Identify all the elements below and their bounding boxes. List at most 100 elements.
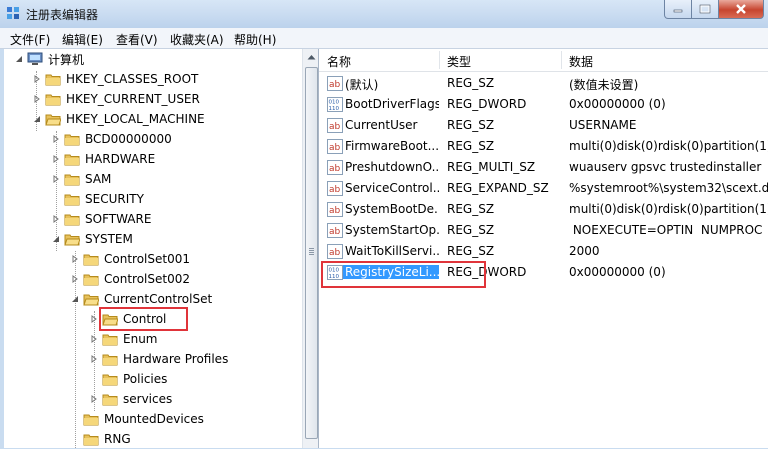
tree-item-hklm[interactable]: HKEY_LOCAL_MACHINE xyxy=(32,109,205,129)
value-name: SystemBootDe... xyxy=(345,202,439,216)
value-data: (数值未设置) xyxy=(569,78,639,92)
minimize-button[interactable] xyxy=(664,0,692,19)
tree-item-enum[interactable]: Enum xyxy=(89,329,157,349)
string-value-icon: ab xyxy=(327,181,343,196)
tree-item-label: SAM xyxy=(85,172,112,186)
value-row[interactable]: ab ServiceControl... REG_EXPAND_SZ %syst… xyxy=(319,178,768,199)
value-data: %systemroot%\system32\scext.d xyxy=(569,181,768,195)
tree-item-controlset002[interactable]: ControlSet002 xyxy=(70,269,190,289)
collapse-arrow-icon[interactable] xyxy=(70,294,80,304)
expand-arrow-icon[interactable] xyxy=(51,134,61,144)
tree-item-bcd[interactable]: BCD00000000 xyxy=(51,129,172,149)
expand-arrow-icon[interactable] xyxy=(89,354,99,364)
svg-text:ab: ab xyxy=(329,248,341,258)
tree-item-hardware[interactable]: HARDWARE xyxy=(51,149,155,169)
tree-item-software[interactable]: SOFTWARE xyxy=(51,209,151,229)
folder-icon xyxy=(102,354,118,366)
expand-arrow-icon[interactable] xyxy=(70,254,80,264)
tree-item-hardware-profiles[interactable]: Hardware Profiles xyxy=(89,349,228,369)
tree-item-label: ControlSet001 xyxy=(104,252,190,266)
expand-arrow-icon[interactable] xyxy=(32,74,42,84)
tree-item-mounteddevices[interactable]: MountedDevices xyxy=(70,409,204,429)
menu-view[interactable]: 查看(V) xyxy=(116,31,158,48)
tree-item-rng[interactable]: RNG xyxy=(70,429,131,449)
regedit-app-icon xyxy=(7,7,19,19)
tree-vertical-scrollbar[interactable] xyxy=(302,49,319,448)
maximize-button[interactable] xyxy=(692,0,719,19)
expand-arrow-icon[interactable] xyxy=(51,174,61,184)
value-name: SystemStartOp... xyxy=(345,223,439,237)
column-divider[interactable] xyxy=(439,51,440,69)
value-row[interactable]: ab SystemBootDe... REG_SZ multi(0)disk(0… xyxy=(319,199,768,220)
tree-item-policies[interactable]: Policies xyxy=(89,369,167,389)
thumb-grip-line xyxy=(309,252,314,253)
computer-icon xyxy=(27,52,43,65)
collapse-arrow-icon[interactable] xyxy=(51,234,61,244)
tree-item-security[interactable]: SECURITY xyxy=(51,189,144,209)
tree-item-hkcu[interactable]: HKEY_CURRENT_USER xyxy=(32,89,200,109)
value-row[interactable]: ab CurrentUser REG_SZ USERNAME xyxy=(319,115,768,136)
value-data: NOEXECUTE=OPTIN NUMPROC xyxy=(569,223,763,237)
value-data: multi(0)disk(0)rdisk(0)partition(1) xyxy=(569,139,768,153)
close-button[interactable] xyxy=(719,0,764,19)
column-header-type[interactable]: 类型 xyxy=(447,53,471,70)
menu-favorites[interactable]: 收藏夹(A) xyxy=(170,31,224,48)
folder-open-icon xyxy=(45,114,61,126)
column-header-data[interactable]: 数据 xyxy=(569,53,593,70)
tree-item-system[interactable]: SYSTEM xyxy=(51,229,133,249)
expand-arrow-icon[interactable] xyxy=(89,394,99,404)
value-name: BootDriverFlags xyxy=(345,97,439,111)
tree-item-services[interactable]: services xyxy=(89,389,172,409)
folder-icon xyxy=(102,394,118,406)
folder-icon xyxy=(64,174,80,186)
tree-item-sam[interactable]: SAM xyxy=(51,169,111,189)
expand-arrow-icon[interactable] xyxy=(51,154,61,164)
expand-arrow-icon[interactable] xyxy=(89,334,99,344)
svg-text:010: 010 xyxy=(329,100,340,106)
folder-open-icon xyxy=(64,234,80,246)
column-header-name[interactable]: 名称 xyxy=(327,53,351,70)
value-row[interactable]: ab PreshutdownO... REG_MULTI_SZ wuauserv… xyxy=(319,157,768,178)
value-row[interactable]: ab WaitToKillServi... REG_SZ 2000 xyxy=(319,241,768,262)
menu-help[interactable]: 帮助(H) xyxy=(234,31,276,48)
tree-item-currentcontrolset[interactable]: CurrentControlSet xyxy=(70,289,212,309)
svg-text:ab: ab xyxy=(329,227,341,237)
key-tree-pane[interactable]: 计算机 HKEY_CLASSES_ROOT HKEY_CURRENT_USER … xyxy=(4,49,319,449)
string-value-icon: ab xyxy=(327,118,343,133)
scroll-thumb[interactable] xyxy=(305,67,318,439)
tree-item-label: RNG xyxy=(104,432,131,446)
binary-value-icon: 010110 xyxy=(327,97,343,112)
collapse-arrow-icon[interactable] xyxy=(32,114,42,124)
value-row[interactable]: ab SystemStartOp... REG_SZ NOEXECUTE=OPT… xyxy=(319,220,768,241)
expand-arrow-icon[interactable] xyxy=(32,94,42,104)
control-highlight-box xyxy=(99,307,188,331)
value-name: PreshutdownO... xyxy=(345,160,439,174)
value-type: REG_SZ xyxy=(447,223,495,237)
value-row[interactable]: ab (默认) REG_SZ (数值未设置) xyxy=(319,73,768,94)
collapse-arrow-icon[interactable] xyxy=(14,54,24,64)
title-bar: 注册表编辑器 xyxy=(0,0,768,28)
tree-item-hkcr[interactable]: HKEY_CLASSES_ROOT xyxy=(32,69,198,89)
value-type: REG_SZ xyxy=(447,118,495,132)
folder-icon xyxy=(64,194,80,206)
tree-item-controlset001[interactable]: ControlSet001 xyxy=(70,249,190,269)
expand-arrow-icon[interactable] xyxy=(89,314,99,324)
tree-item-computer[interactable]: 计算机 xyxy=(14,49,84,69)
expand-arrow-icon[interactable] xyxy=(70,274,80,284)
value-name: (默认) xyxy=(345,78,379,92)
column-divider[interactable] xyxy=(561,51,562,69)
value-name: WaitToKillServi... xyxy=(345,244,439,258)
value-row[interactable]: 010 110 BootDriverFlags REG_DWORD 0x00000… xyxy=(319,94,768,115)
value-row[interactable]: ab FirmwareBoot... REG_SZ multi(0)disk(0… xyxy=(319,136,768,157)
scroll-up-button[interactable] xyxy=(303,49,319,65)
value-type: REG_MULTI_SZ xyxy=(447,160,536,174)
menu-edit[interactable]: 编辑(E) xyxy=(62,31,103,48)
values-list-pane[interactable]: 名称 类型 数据 ab (默认) REG_SZ (数值未设置) 010 110 B… xyxy=(318,49,768,448)
window-title: 注册表编辑器 xyxy=(26,8,99,22)
menu-file[interactable]: 文件(F) xyxy=(10,31,50,48)
expand-arrow-icon[interactable] xyxy=(51,214,61,224)
string-value-icon: ab xyxy=(327,244,343,259)
value-data: 2000 xyxy=(569,244,600,258)
folder-icon xyxy=(83,434,99,446)
